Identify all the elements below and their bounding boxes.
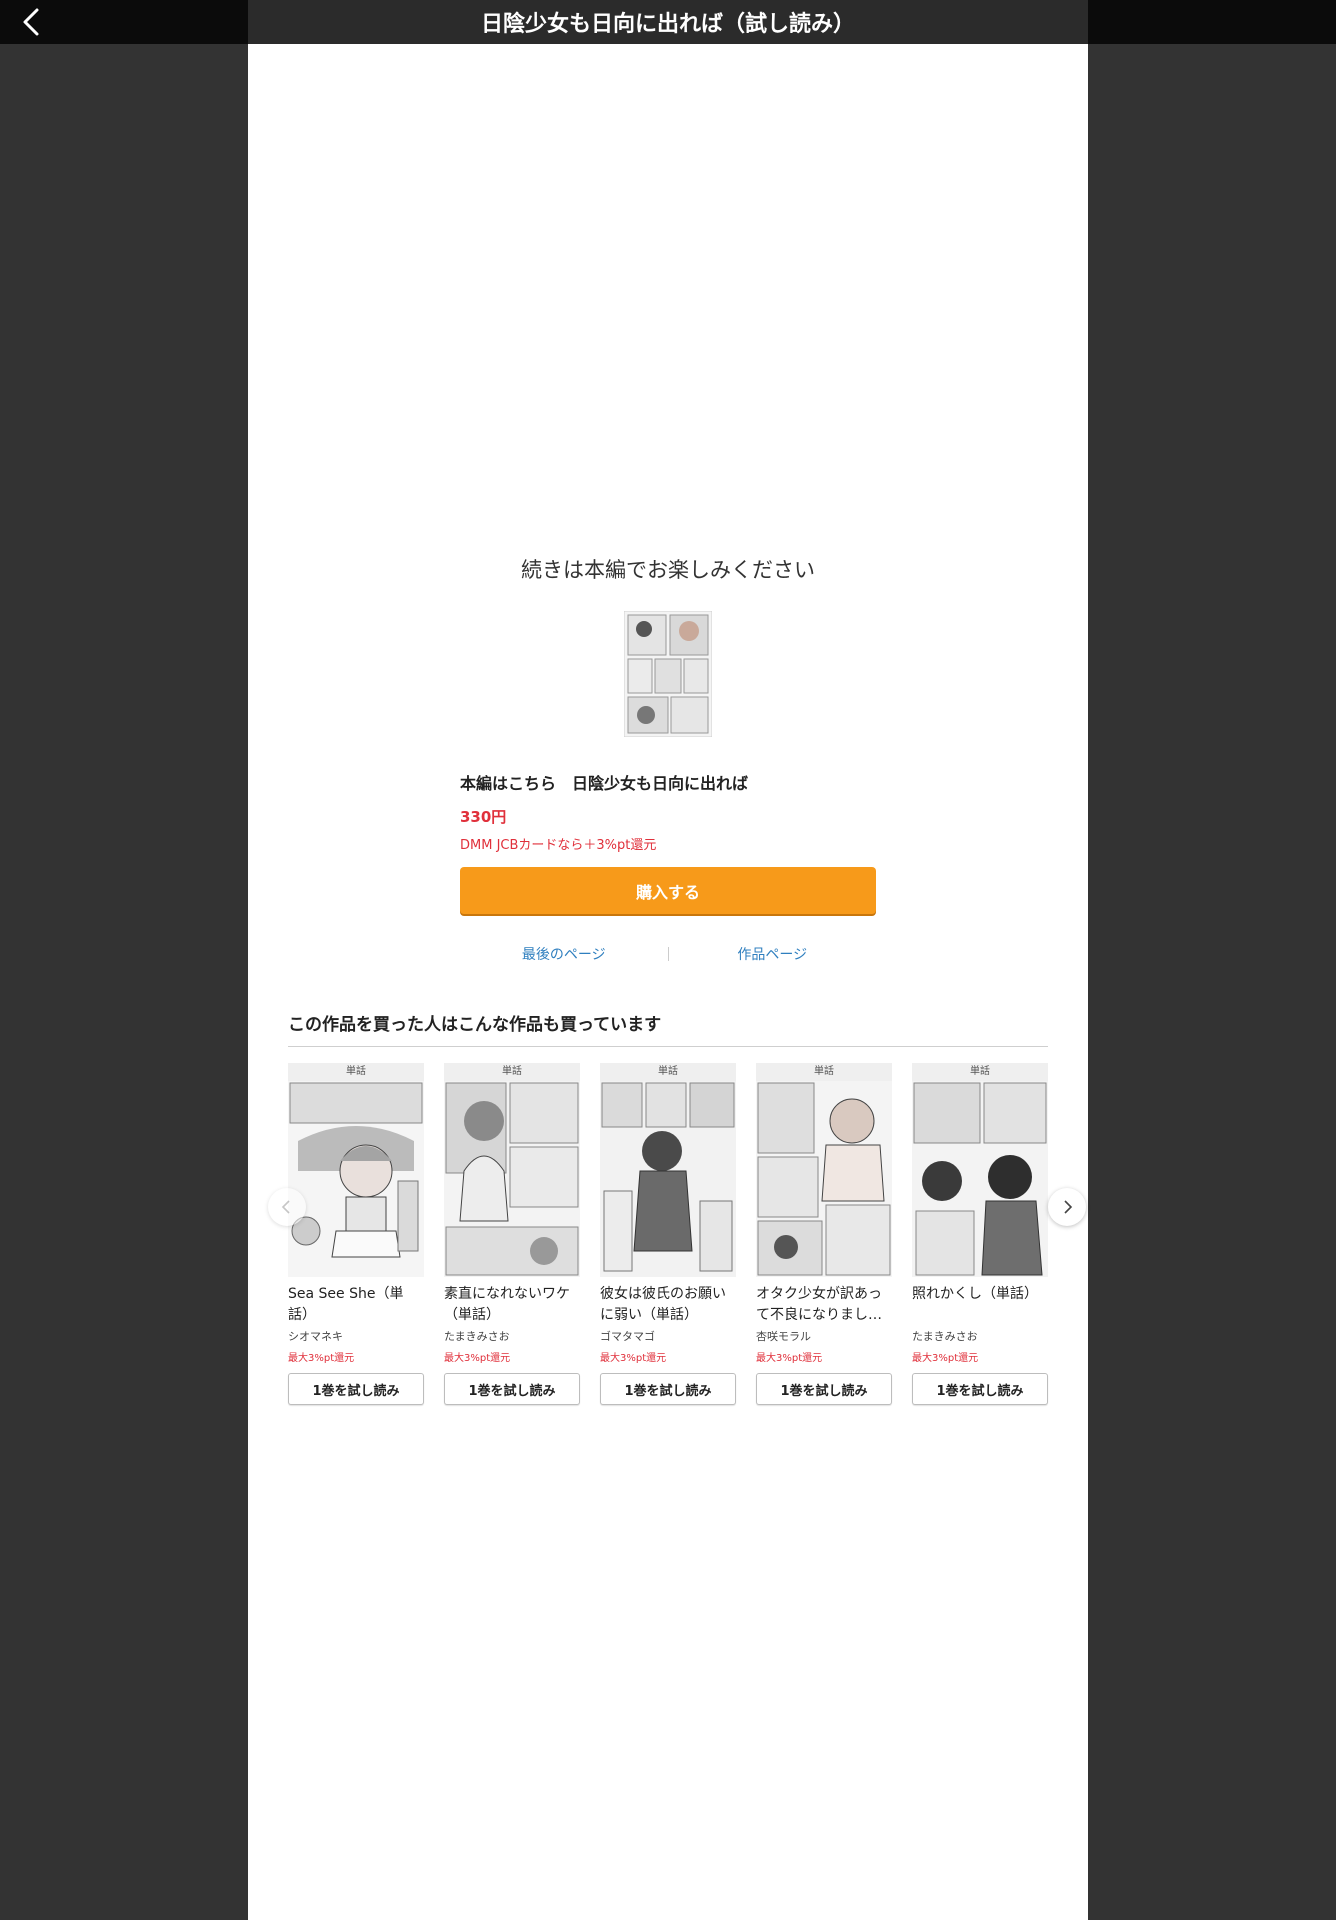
card-author[interactable]: ゴマタマゴ xyxy=(600,1328,736,1344)
thumbnail[interactable]: 単話 xyxy=(600,1063,736,1277)
recommend-card[interactable]: 単話 Sea See She（単話） シオマネキ 最大3%pt還元 1巻を試し読… xyxy=(288,1063,424,1408)
chevron-left-icon xyxy=(23,8,39,36)
card-author[interactable]: たまきみさお xyxy=(912,1328,1048,1344)
cover-image xyxy=(288,1081,424,1277)
card-author[interactable]: 杏咲モラル xyxy=(756,1328,892,1344)
thumbnail[interactable]: 単話 xyxy=(756,1063,892,1277)
card-title[interactable]: 素直になれないワケ（単話） xyxy=(444,1284,580,1328)
trial-read-button[interactable]: 1巻を試し読み xyxy=(912,1373,1048,1405)
divider xyxy=(288,1046,1048,1047)
type-badge: 単話 xyxy=(288,1063,424,1081)
type-badge: 単話 xyxy=(756,1063,892,1081)
reader-page: 日陰少女も日向に出れば（試し読み） 続きは本編でお楽しみください 本編はこちら … xyxy=(248,0,1088,1920)
trial-read-button[interactable]: 1巻を試し読み xyxy=(600,1373,736,1405)
recommend-card[interactable]: 単話 オタク少女が訳あって不良になりまし… 杏咲モラル 最大3%pt還元 1巻を… xyxy=(756,1063,892,1408)
work-page-link[interactable]: 作品ページ xyxy=(669,944,877,964)
page-title: 日陰少女も日向に出れば（試し読み） xyxy=(248,0,1088,44)
type-badge: 単話 xyxy=(600,1063,736,1081)
card-title[interactable]: 照れかくし（単話） xyxy=(912,1284,1048,1328)
book-cover-image[interactable] xyxy=(624,611,712,737)
thumbnail[interactable]: 単話 xyxy=(912,1063,1048,1277)
last-page-link[interactable]: 最後のページ xyxy=(460,944,668,964)
cover-image xyxy=(600,1081,736,1277)
trial-read-button[interactable]: 1巻を試し読み xyxy=(444,1373,580,1405)
cover-image xyxy=(912,1081,1048,1277)
card-point: 最大3%pt還元 xyxy=(756,1353,823,1364)
card-point: 最大3%pt還元 xyxy=(600,1353,667,1364)
recommend-heading: この作品を買った人はこんな作品も買っています xyxy=(288,1015,662,1035)
trial-read-button[interactable]: 1巻を試し読み xyxy=(288,1373,424,1405)
cover-image xyxy=(756,1081,892,1277)
main-work-title[interactable]: 本編はこちら 日陰少女も日向に出れば xyxy=(460,770,876,794)
thumbnail[interactable]: 単話 xyxy=(288,1063,424,1277)
recommend-card[interactable]: 単話 照れかくし（単話） たまきみさお 最大3%pt還元 1巻を試し読み xyxy=(912,1063,1048,1408)
card-title[interactable]: オタク少女が訳あって不良になりまし… xyxy=(756,1284,892,1328)
thumbnail[interactable]: 単話 xyxy=(444,1063,580,1277)
card-author[interactable]: シオマネキ xyxy=(288,1328,424,1344)
back-button[interactable] xyxy=(14,4,50,40)
recommend-card[interactable]: 単話 彼女は彼氏のお願いに弱い（単話） ゴマタマゴ 最大3%pt還元 1巻を試し… xyxy=(600,1063,736,1408)
cover-image xyxy=(444,1081,580,1277)
chevron-right-icon xyxy=(1064,1200,1073,1214)
type-badge: 単話 xyxy=(444,1063,580,1081)
page-links: 最後のページ 作品ページ xyxy=(460,942,876,966)
card-point: 最大3%pt還元 xyxy=(912,1353,979,1364)
continue-message: 続きは本編でお楽しみください xyxy=(521,558,815,582)
chevron-left-icon xyxy=(281,1200,290,1214)
recommend-carousel: 単話 Sea See She（単話） シオマネキ 最大3%pt還元 1巻を試し読… xyxy=(288,1063,1048,1408)
card-point: 最大3%pt還元 xyxy=(288,1353,355,1364)
point-note: DMM JCBカードなら＋3%pt還元 xyxy=(460,838,657,853)
carousel-prev-button[interactable] xyxy=(268,1188,306,1226)
card-point: 最大3%pt還元 xyxy=(444,1353,511,1364)
card-title[interactable]: 彼女は彼氏のお願いに弱い（単話） xyxy=(600,1284,736,1328)
card-title[interactable]: Sea See She（単話） xyxy=(288,1284,424,1328)
trial-read-button[interactable]: 1巻を試し読み xyxy=(756,1373,892,1405)
price: 330円 xyxy=(460,808,507,826)
recommend-card[interactable]: 単話 素直になれないワケ（単話） たまきみさお 最大3%pt還元 1巻を試し読み xyxy=(444,1063,580,1408)
carousel-next-button[interactable] xyxy=(1048,1188,1086,1226)
type-badge: 単話 xyxy=(912,1063,1048,1081)
card-author[interactable]: たまきみさお xyxy=(444,1328,580,1344)
buy-button[interactable]: 購入する xyxy=(460,867,876,914)
